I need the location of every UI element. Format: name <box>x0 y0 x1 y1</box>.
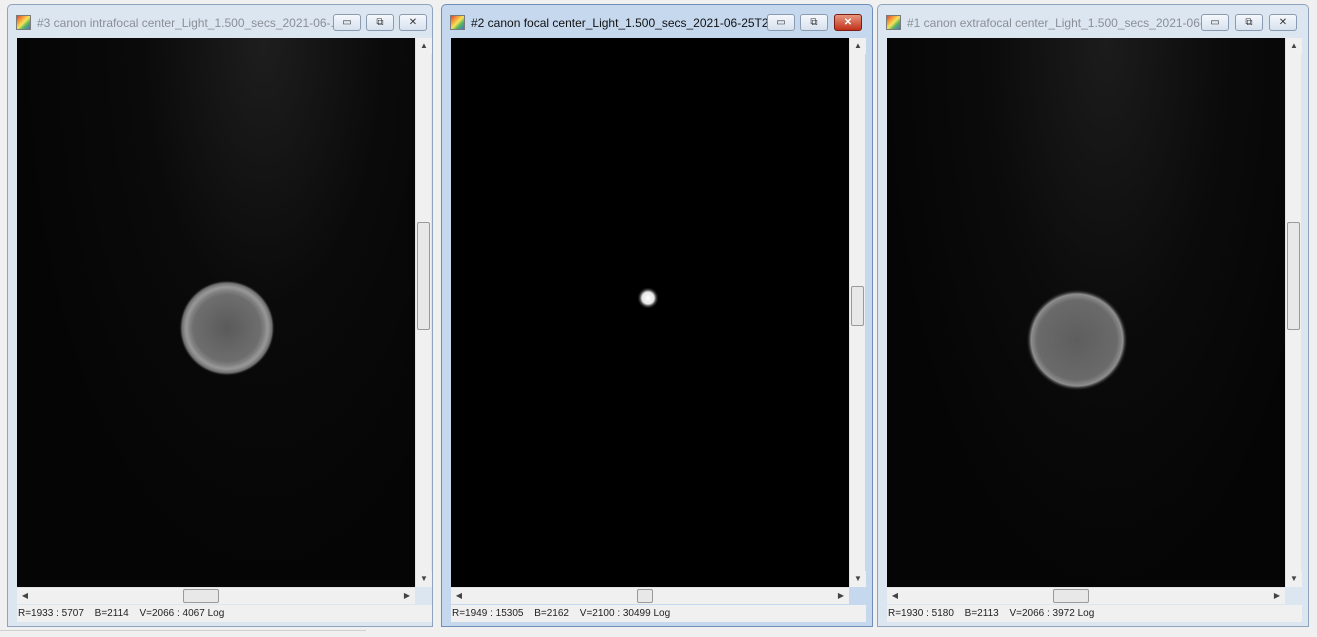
status-v: V=2066 : 3972 Log <box>1009 608 1095 619</box>
status-r: R=1949 : 15305 <box>452 608 524 619</box>
star-image <box>1026 289 1128 391</box>
close-button[interactable]: ✕ <box>1269 14 1297 31</box>
status-r: R=1933 : 5707 <box>18 608 84 619</box>
image-window-extrafocal[interactable]: #1 canon extrafocal center_Light_1.500_s… <box>877 4 1309 627</box>
scroll-right-arrow-icon[interactable]: ▶ <box>399 588 415 604</box>
status-v: V=2066 : 4067 Log <box>139 608 225 619</box>
horizontal-scroll-thumb[interactable] <box>637 589 653 603</box>
horizontal-scrollbar[interactable]: ◀ ▶ <box>17 587 415 604</box>
scroll-left-arrow-icon[interactable]: ◀ <box>451 588 467 604</box>
status-b: B=2162 <box>534 608 569 619</box>
minimize-button[interactable]: ▭ <box>767 14 795 31</box>
scroll-down-arrow-icon[interactable]: ▼ <box>850 571 866 587</box>
title-bar[interactable]: #3 canon intrafocal center_Light_1.500_s… <box>8 5 432 39</box>
scroll-right-arrow-icon[interactable]: ▶ <box>1269 588 1285 604</box>
vertical-scroll-thumb[interactable] <box>1287 222 1300 330</box>
image-app-icon <box>16 15 31 30</box>
close-button[interactable]: ✕ <box>834 14 862 31</box>
image-app-icon <box>450 15 465 30</box>
star-point <box>637 287 659 309</box>
star-donut <box>179 280 275 376</box>
status-bar: R=1949 : 15305 B=2162 V=2100 : 30499 Log <box>451 605 866 622</box>
restore-button[interactable]: ⧉ <box>366 14 394 31</box>
image-canvas[interactable] <box>17 38 415 587</box>
status-b: B=2114 <box>94 608 129 619</box>
status-r: R=1930 : 5180 <box>888 608 954 619</box>
scroll-left-arrow-icon[interactable]: ◀ <box>887 588 903 604</box>
horizontal-scrollbar[interactable]: ◀ ▶ <box>451 587 849 604</box>
close-button[interactable]: ✕ <box>399 14 427 31</box>
scroll-up-arrow-icon[interactable]: ▲ <box>850 38 866 54</box>
status-b: B=2113 <box>964 608 999 619</box>
status-bar: R=1933 : 5707 B=2114 V=2066 : 4067 Log <box>17 605 432 622</box>
restore-button[interactable]: ⧉ <box>1235 14 1263 31</box>
scroll-up-arrow-icon[interactable]: ▲ <box>416 38 432 54</box>
horizontal-scroll-thumb[interactable] <box>183 589 219 603</box>
vertical-scroll-thumb[interactable] <box>851 286 864 326</box>
horizontal-scrollbar[interactable]: ◀ ▶ <box>887 587 1285 604</box>
status-v: V=2100 : 30499 Log <box>579 608 671 619</box>
vertical-scrollbar[interactable]: ▲ ▼ <box>1285 38 1302 587</box>
star-disc <box>1026 289 1128 391</box>
vertical-scrollbar[interactable]: ▲ ▼ <box>415 38 432 587</box>
image-window-intrafocal[interactable]: #3 canon intrafocal center_Light_1.500_s… <box>7 4 433 627</box>
image-window-focal[interactable]: #2 canon focal center_Light_1.500_secs_2… <box>441 4 873 627</box>
minimize-button[interactable]: ▭ <box>1201 14 1229 31</box>
window-title: #1 canon extrafocal center_Light_1.500_s… <box>907 16 1207 30</box>
status-bar: R=1930 : 5180 B=2113 V=2066 : 3972 Log <box>887 605 1302 622</box>
scroll-down-arrow-icon[interactable]: ▼ <box>1286 571 1302 587</box>
horizontal-scroll-thumb[interactable] <box>1053 589 1089 603</box>
vertical-scrollbar[interactable]: ▲ ▼ <box>849 38 866 587</box>
scroll-left-arrow-icon[interactable]: ◀ <box>17 588 33 604</box>
restore-button[interactable]: ⧉ <box>800 14 828 31</box>
star-image <box>637 287 659 309</box>
image-canvas[interactable] <box>451 38 849 587</box>
minimize-button[interactable]: ▭ <box>333 14 361 31</box>
title-bar[interactable]: #2 canon focal center_Light_1.500_secs_2… <box>442 5 872 39</box>
divider <box>0 630 366 631</box>
image-app-icon <box>886 15 901 30</box>
scroll-right-arrow-icon[interactable]: ▶ <box>833 588 849 604</box>
star-image <box>179 280 275 376</box>
window-title: #3 canon intrafocal center_Light_1.500_s… <box>37 16 337 30</box>
window-title: #2 canon focal center_Light_1.500_secs_2… <box>471 16 771 30</box>
image-canvas[interactable] <box>887 38 1285 587</box>
vertical-scroll-thumb[interactable] <box>417 222 430 330</box>
scroll-down-arrow-icon[interactable]: ▼ <box>416 571 432 587</box>
scroll-up-arrow-icon[interactable]: ▲ <box>1286 38 1302 54</box>
title-bar[interactable]: #1 canon extrafocal center_Light_1.500_s… <box>878 5 1308 39</box>
